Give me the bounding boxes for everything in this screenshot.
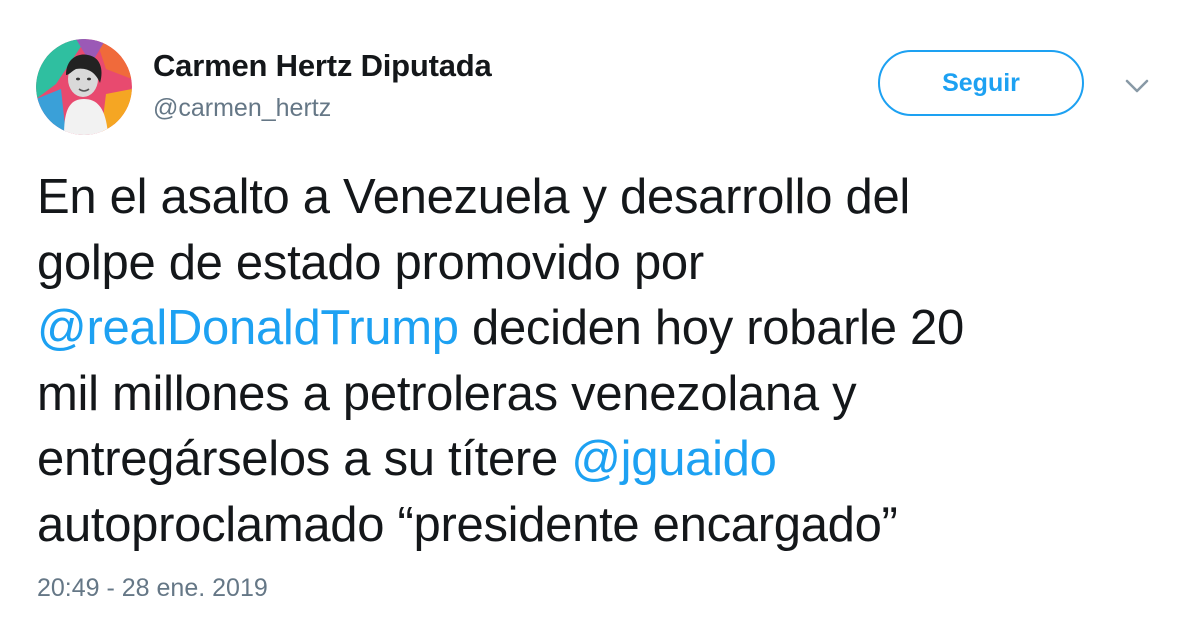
profile-photo [36,39,132,135]
tweet-text-segment: En el asalto a Venezuela y desarrollo de… [37,170,911,224]
follow-button[interactable]: Seguir [878,50,1084,116]
display-name[interactable]: Carmen Hertz Diputada [153,48,492,84]
mention-link[interactable]: @jguaido [571,432,777,486]
mention-link[interactable]: @realDonaldTrump [37,301,459,355]
chevron-down-icon[interactable] [1124,76,1150,96]
tweet-text: En el asalto a Venezuela y desarrollo de… [37,165,1167,558]
tweet-timestamp[interactable]: 20:49 - 28 ene. 2019 [37,574,268,603]
tweet-text-line: entregárselos a su títere @jguaido [37,427,1167,493]
tweet-text-line: autoproclamado “presidente encargado” [37,493,1167,559]
tweet-text-line: golpe de estado promovido por [37,231,1167,297]
tweet-text-line: mil millones a petroleras venezolana y [37,362,1167,428]
tweet-text-segment: autoproclamado “presidente encargado” [37,497,898,552]
avatar[interactable] [36,39,132,135]
tweet-text-segment: entregárselos a su títere [37,432,572,486]
tweet-text-segment: mil millones a petroleras venezolana y [37,366,857,421]
tweet-text-segment: golpe de estado promovido por [37,235,704,290]
tweet-text-segment: deciden hoy robarle 20 [458,301,964,355]
tweet-text-line: En el asalto a Venezuela y desarrollo de… [37,165,1167,231]
tweet-text-line: @realDonaldTrump deciden hoy robarle 20 [37,296,1167,362]
user-handle[interactable]: @carmen_hertz [153,94,331,123]
